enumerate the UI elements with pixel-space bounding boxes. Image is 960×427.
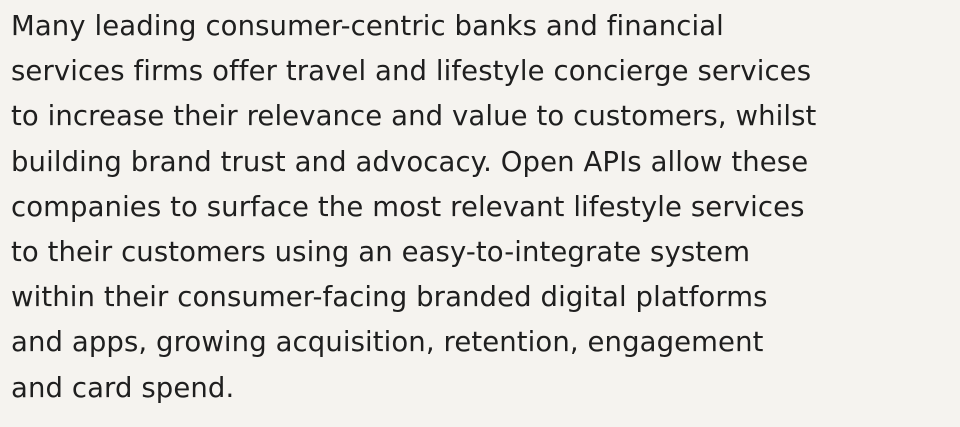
paragraph-line-5: companies to surface the most relevant l…	[11, 190, 805, 223]
paragraph-line-1: Many leading consumer-centric banks and …	[11, 10, 724, 42]
paragraph-line-8: and apps, growing acquisition, retention…	[11, 326, 764, 359]
paragraph-line-4: building brand trust and advocacy. Open …	[11, 145, 809, 178]
paragraph-line-9: and card spend.	[11, 371, 235, 404]
paragraph-line-6: to their customers using an easy-to-inte…	[11, 236, 751, 269]
paragraph-line-3: to increase their relevance and value to…	[11, 100, 817, 133]
paragraph-line-7: within their consumer-facing branded dig…	[11, 281, 768, 314]
article-body: Many leading consumer-centric banks and …	[0, 0, 960, 427]
paragraph-line-2: services firms offer travel and lifestyl…	[11, 55, 812, 88]
body-paragraph: Many leading consumer-centric banks and …	[11, 4, 950, 411]
